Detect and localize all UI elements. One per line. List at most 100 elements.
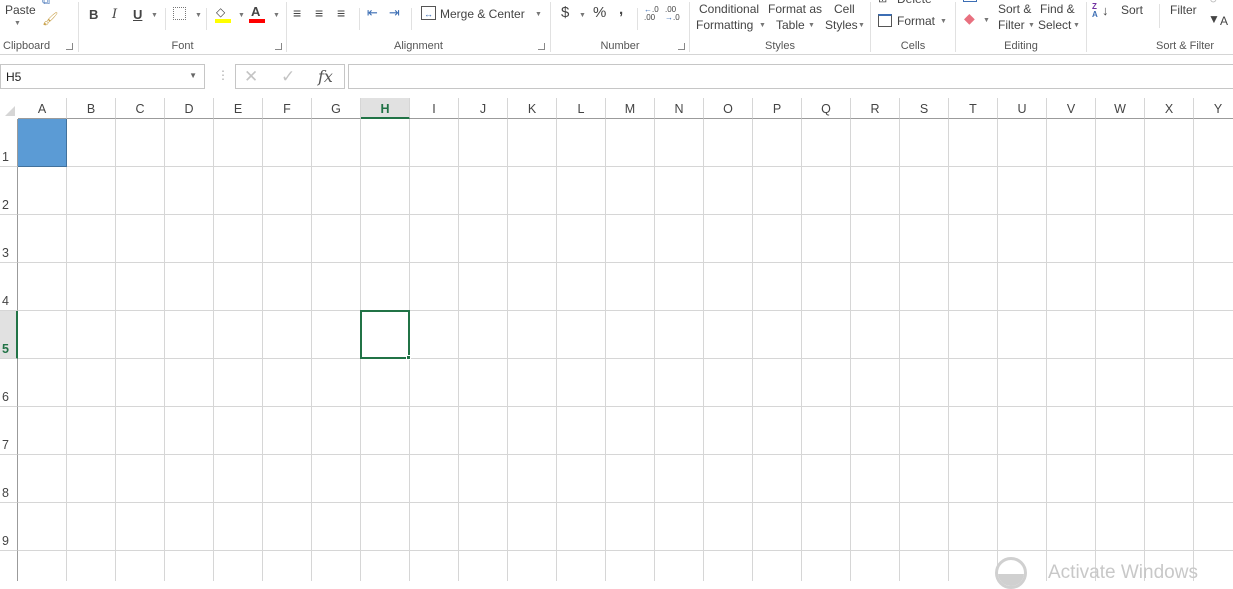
clipboard-launcher-icon[interactable] xyxy=(66,43,73,50)
fill-color-dropdown-icon[interactable]: ▼ xyxy=(238,12,245,19)
select-all-button[interactable] xyxy=(0,98,18,119)
currency-dropdown-icon[interactable]: ▼ xyxy=(579,12,586,19)
row-header-5[interactable]: 5 xyxy=(0,311,18,359)
row-number: 4 xyxy=(2,294,9,308)
borders-dropdown-icon[interactable]: ▼ xyxy=(195,12,202,19)
name-box-dropdown-icon[interactable]: ▼ xyxy=(189,71,197,80)
find-select-dropdown-icon: ▼ xyxy=(1073,22,1080,29)
row-number: 8 xyxy=(2,486,9,500)
font-launcher-icon[interactable] xyxy=(275,43,282,50)
clear-eraser-icon[interactable]: ◆ xyxy=(964,11,975,25)
comma-style-button[interactable]: , xyxy=(619,2,623,17)
format-painter-icon[interactable]: 🖌 xyxy=(42,12,59,26)
column-header-j[interactable]: J xyxy=(459,98,508,119)
cell-styles-dropdown-icon: ▼ xyxy=(858,22,865,29)
column-header-y[interactable]: Y xyxy=(1194,98,1233,119)
insert-function-icon[interactable]: fx xyxy=(318,67,333,86)
row-header-1[interactable]: 1 xyxy=(0,119,18,167)
column-header-m[interactable]: M xyxy=(606,98,655,119)
formula-bar-resize-handle[interactable]: ⋮ xyxy=(217,68,229,82)
decrease-indent-icon[interactable]: ⇤ xyxy=(367,6,378,20)
column-header-o[interactable]: O xyxy=(704,98,753,119)
column-header-w[interactable]: W xyxy=(1096,98,1145,119)
sort-button[interactable]: Sort xyxy=(1121,3,1143,17)
column-header-c[interactable]: C xyxy=(116,98,165,119)
column-header-e[interactable]: E xyxy=(214,98,263,119)
column-header-l[interactable]: L xyxy=(557,98,606,119)
percent-button[interactable]: % xyxy=(593,5,606,20)
currency-button[interactable]: $ xyxy=(561,5,569,20)
italic-button[interactable]: I xyxy=(112,8,117,22)
row-header-7[interactable]: 7 xyxy=(0,407,18,455)
fill-handle[interactable] xyxy=(406,355,411,360)
fill-color-icon[interactable]: ◇ xyxy=(216,5,225,19)
column-header-f[interactable]: F xyxy=(263,98,312,119)
column-header-k[interactable]: K xyxy=(508,98,557,119)
column-header-r[interactable]: R xyxy=(851,98,900,119)
row-header-6[interactable]: 6 xyxy=(0,359,18,407)
decrease-decimal-button[interactable]: .00 →.0 xyxy=(665,6,681,22)
cell-styles-line2: Styles xyxy=(825,18,858,32)
format-as-table-line1: Format as xyxy=(768,2,823,16)
column-header-t[interactable]: T xyxy=(949,98,998,119)
paste-dropdown-icon[interactable]: ▼ xyxy=(14,20,21,27)
cell-styles-line1: Cell xyxy=(834,2,855,16)
format-as-table-dropdown-icon: ▼ xyxy=(808,22,815,29)
underline-dropdown-icon[interactable]: ▼ xyxy=(151,12,158,19)
font-color-swatch xyxy=(249,19,265,23)
column-header-h[interactable]: H xyxy=(361,98,410,119)
column-header-u[interactable]: U xyxy=(998,98,1047,119)
column-header-v[interactable]: V xyxy=(1047,98,1096,119)
alignment-launcher-icon[interactable] xyxy=(538,43,545,50)
alignment-group: ≡ ≡ ≡ ⇤ ⇥ ↔ Merge & Center ▼ Alignment xyxy=(287,0,550,55)
filter-button[interactable]: Filter xyxy=(1170,3,1197,17)
formula-input[interactable] xyxy=(348,64,1233,89)
row-header-8[interactable]: 8 xyxy=(0,455,18,503)
cancel-icon[interactable]: ✕ xyxy=(244,67,258,87)
name-box[interactable]: H5 ▼ xyxy=(0,64,205,89)
clear-dropdown-icon[interactable]: ▼ xyxy=(983,17,990,24)
advanced-filter-button[interactable]: A xyxy=(1220,14,1228,28)
active-cell-h5[interactable] xyxy=(360,310,410,359)
column-header-p[interactable]: P xyxy=(753,98,802,119)
copy-icon[interactable]: ⧉ xyxy=(42,0,50,8)
increase-indent-icon[interactable]: ⇥ xyxy=(389,6,400,20)
underline-button[interactable]: U xyxy=(133,8,142,22)
column-header-b[interactable]: B xyxy=(67,98,116,119)
align-center-icon[interactable]: ≡ xyxy=(315,6,323,20)
merge-center-dropdown-icon[interactable]: ▼ xyxy=(535,11,542,18)
number-launcher-icon[interactable] xyxy=(678,43,685,50)
bold-button[interactable]: B xyxy=(89,8,98,22)
reapply-icon[interactable]: ↻ xyxy=(1209,0,1217,8)
align-right-icon[interactable]: ≡ xyxy=(337,6,345,20)
column-header-n[interactable]: N xyxy=(655,98,704,119)
column-header-x[interactable]: X xyxy=(1145,98,1194,119)
borders-icon[interactable] xyxy=(173,7,186,20)
merge-center-button[interactable]: Merge & Center xyxy=(440,7,525,21)
column-header-d[interactable]: D xyxy=(165,98,214,119)
separator xyxy=(1159,4,1160,28)
column-header-s[interactable]: S xyxy=(900,98,949,119)
row-header-4[interactable]: 4 xyxy=(0,263,18,311)
row-header-3[interactable]: 3 xyxy=(0,215,18,263)
advanced-filter-icon[interactable]: ▼ xyxy=(1208,12,1220,26)
font-color-dropdown-icon[interactable]: ▼ xyxy=(273,12,280,19)
column-header-q[interactable]: Q xyxy=(802,98,851,119)
column-header-g[interactable]: G xyxy=(312,98,361,119)
increase-decimal-button[interactable]: ←.0.00 xyxy=(644,6,660,22)
row-number: 1 xyxy=(2,150,9,164)
enter-icon[interactable]: ✓ xyxy=(281,67,295,87)
fill-icon[interactable] xyxy=(963,0,977,2)
format-label: Format xyxy=(897,14,936,28)
row-header-9[interactable]: 9 xyxy=(0,503,18,551)
cell-a1[interactable] xyxy=(18,119,67,167)
column-header-i[interactable]: I xyxy=(410,98,459,119)
merge-center-icon[interactable]: ↔ xyxy=(421,6,436,20)
align-left-icon[interactable]: ≡ xyxy=(293,6,301,20)
sort-z-to-a-icon[interactable]: ZA xyxy=(1092,3,1098,19)
gridline xyxy=(850,119,851,581)
font-color-icon[interactable]: A xyxy=(251,5,260,19)
paste-button[interactable]: Paste xyxy=(5,3,36,17)
row-header-2[interactable]: 2 xyxy=(0,167,18,215)
column-header-a[interactable]: A xyxy=(18,98,67,119)
